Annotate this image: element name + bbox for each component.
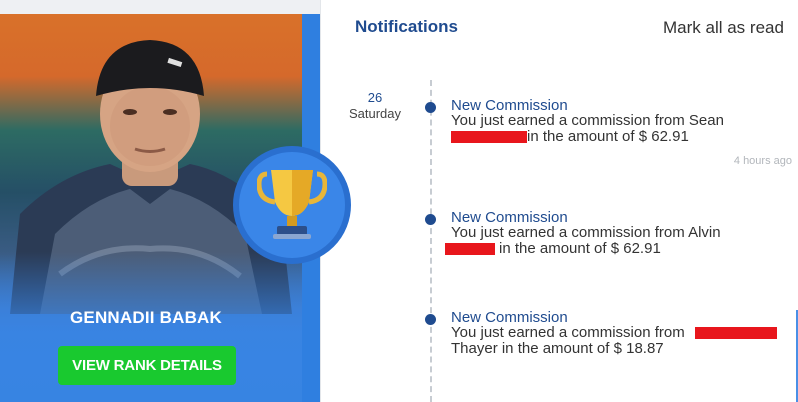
notification-line: You just earned a commission from bbox=[451, 325, 798, 341]
notifications-title: Notifications bbox=[355, 17, 458, 36]
notification-item[interactable]: New Commission You just earned a commiss… bbox=[425, 309, 795, 369]
timeline-dot bbox=[425, 102, 436, 113]
notification-amount: in the amount of $ 62.91 bbox=[527, 128, 689, 145]
notification-item[interactable]: New Commission You just earned a commiss… bbox=[425, 209, 795, 269]
profile-name: GENNADII BABAK bbox=[69, 308, 223, 327]
trophy-icon bbox=[257, 170, 327, 239]
mark-all-read-link[interactable]: Mark all as read bbox=[663, 18, 784, 38]
timeline-dot bbox=[425, 314, 436, 325]
notification-text: You just earned a commission from bbox=[451, 324, 685, 341]
notification-body: You just earned a commission from Sean i… bbox=[451, 113, 798, 145]
timeline-dot bbox=[425, 214, 436, 225]
timeline-date-day: 26 bbox=[367, 90, 383, 105]
notification-amount: in the amount of $ 62.91 bbox=[499, 240, 661, 257]
notification-body: You just earned a commission from Thayer… bbox=[451, 325, 798, 357]
notification-body: You just earned a commission from Alvin … bbox=[445, 224, 798, 257]
notification-line-2: in the amount of $ 62.91 bbox=[451, 129, 798, 145]
rank-badge bbox=[233, 146, 351, 264]
notification-time: 4 hours ago bbox=[733, 155, 792, 167]
notification-item[interactable]: New Commission You just earned a commiss… bbox=[425, 97, 795, 177]
notification-amount: Thayer in the amount of $ 18.87 bbox=[451, 340, 664, 357]
notification-line-2: in the amount of $ 62.91 bbox=[445, 241, 798, 257]
timeline-date-weekday: Saturday bbox=[348, 106, 402, 121]
notification-line: You just earned a commission from Sean bbox=[451, 112, 724, 129]
app-root: GENNADII BABAK VIEW RANK DETAILS Notific… bbox=[0, 0, 798, 402]
notification-line: You just earned a commission from Alvin bbox=[451, 224, 721, 241]
redacted-text bbox=[694, 327, 777, 340]
redacted-text bbox=[451, 131, 527, 144]
redacted-text bbox=[445, 243, 495, 256]
view-rank-details-button[interactable]: VIEW RANK DETAILS bbox=[58, 346, 236, 385]
